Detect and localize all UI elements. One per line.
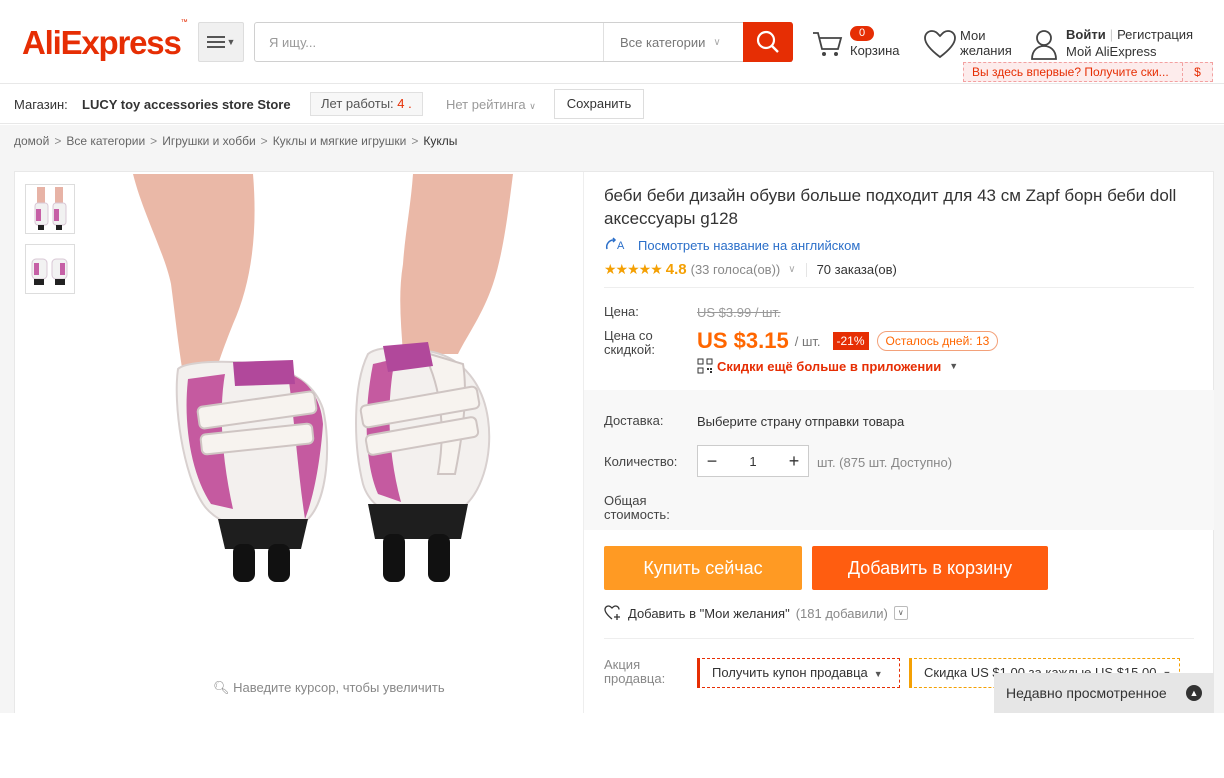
- cart-count-badge: 0: [850, 26, 874, 41]
- quantity-label: Количество:: [604, 454, 678, 469]
- quantity-stepper: − 1 +: [697, 445, 809, 477]
- seller-promo-label: Акция продавца:: [604, 657, 666, 686]
- breadcrumb-dolls-stuffed[interactable]: Куклы и мягкие игрушки: [273, 134, 407, 148]
- buy-now-button[interactable]: Купить сейчас: [604, 546, 802, 590]
- discount-badge: -21%: [832, 332, 869, 350]
- caret-down-icon: ▼: [873, 669, 883, 679]
- discount-price: US $3.15 / шт. -21% Осталось дней: 13: [697, 328, 999, 354]
- votes-link[interactable]: (33 голоса(ов)): [691, 262, 781, 277]
- thumbnail-2[interactable]: [25, 244, 75, 294]
- store-bar: Магазин: LUCY toy accessories store Stor…: [0, 84, 1224, 124]
- svg-text:A: A: [617, 240, 625, 252]
- chevron-down-icon[interactable]: ∨: [788, 264, 795, 275]
- auth-links: Войти | Регистрация: [1066, 27, 1194, 42]
- chevron-down-icon: ▼: [226, 37, 236, 47]
- total-label: Общая стоимость:: [604, 493, 670, 522]
- store-label: Магазин:: [14, 97, 68, 112]
- app-discount-link[interactable]: Скидки ещё больше в приложении ▼: [697, 358, 958, 374]
- aliexpress-logo[interactable]: AliExpress™: [22, 19, 188, 62]
- orders-count: 70 заказа(ов): [816, 262, 897, 277]
- breadcrumb-dolls[interactable]: Куклы: [423, 134, 457, 148]
- seller-coupon-button[interactable]: Получить купон продавца ▼: [697, 658, 900, 688]
- store-rating-dropdown[interactable]: Нет рейтинга ∨: [446, 97, 536, 112]
- wishlist-link[interactable]: Мои желания: [924, 26, 1024, 66]
- store-name-link[interactable]: LUCY toy accessories store Store: [82, 97, 291, 112]
- chevron-up-icon: ▲: [1186, 685, 1202, 701]
- rating-value: 4.8: [665, 261, 687, 278]
- zoom-hint: 🔍︎ Наведите курсор, чтобы увеличить: [213, 680, 445, 695]
- heart-plus-icon: [604, 605, 620, 620]
- categories-menu-button[interactable]: ▼: [198, 22, 244, 62]
- product-card: 🔍︎ Наведите курсор, чтобы увеличить беби…: [14, 171, 1214, 732]
- wishlist-label: Мои желания: [960, 28, 1012, 58]
- translate-link[interactable]: A Посмотреть название на английском: [604, 237, 860, 253]
- days-left-badge: Осталось дней: 13: [876, 331, 999, 351]
- search-button[interactable]: [743, 22, 793, 62]
- chevron-down-icon: ∨: [529, 101, 536, 111]
- first-visit-banner[interactable]: Вы здесь впервые? Получите ски... $: [963, 62, 1213, 82]
- product-main-image[interactable]: [83, 174, 583, 674]
- search-icon: [756, 30, 779, 53]
- cart-link[interactable]: 0 Корзина: [812, 26, 908, 66]
- thumbnail-1[interactable]: [25, 184, 75, 234]
- store-years-badge: Лет работы: 4 .: [310, 92, 423, 116]
- add-to-cart-button[interactable]: Добавить в корзину: [812, 546, 1048, 590]
- login-link[interactable]: Войти: [1066, 27, 1106, 42]
- quantity-decrease-button[interactable]: −: [698, 446, 726, 476]
- search-bar: Все категории∨: [254, 22, 793, 62]
- discount-price-label: Цена со скидкой:: [604, 328, 655, 357]
- product-title: беби беби дизайн обуви больше подходит д…: [604, 186, 1177, 228]
- shipping-country-link[interactable]: Выберите страну отправки товара: [697, 414, 904, 429]
- add-to-wishlist[interactable]: Добавить в "Мои желания" (181 добавили) …: [604, 605, 908, 621]
- caret-down-icon: ▼: [949, 361, 959, 371]
- qr-code-icon: [697, 358, 713, 374]
- user-icon: [1031, 30, 1057, 60]
- quantity-increase-button[interactable]: +: [780, 446, 808, 476]
- chevron-down-icon: ∨: [713, 36, 721, 48]
- translate-icon: A: [605, 237, 625, 252]
- rating-row: ★★★★★ 4.8 (33 голоса(ов)) ∨ 70 заказа(ов…: [604, 261, 897, 278]
- search-input[interactable]: [255, 23, 603, 61]
- cart-label: Корзина: [850, 43, 900, 58]
- save-store-button[interactable]: Сохранить: [554, 89, 644, 119]
- cart-icon: [813, 32, 843, 56]
- register-link[interactable]: Регистрация: [1117, 27, 1193, 42]
- account-area: Войти | Регистрация Мой AliExpress: [1030, 26, 1220, 66]
- site-header: AliExpress™ ▼ Все категории∨ 0 Корзина М…: [0, 0, 1224, 84]
- page-footer-space: [0, 713, 1224, 778]
- recently-viewed-tab[interactable]: Недавно просмотренное ▲: [994, 673, 1214, 713]
- price-label: Цена:: [604, 304, 639, 319]
- breadcrumb-all-categories[interactable]: Все категории: [66, 134, 145, 148]
- category-select[interactable]: Все категории ∨: [603, 23, 743, 61]
- quantity-available: шт. (875 шт. Доступно): [817, 455, 953, 470]
- magnifier-icon: 🔍︎: [213, 680, 230, 695]
- breadcrumb-toys-hobbies[interactable]: Игрушки и хобби: [162, 134, 255, 148]
- hamburger-icon: [206, 36, 225, 48]
- new-price: US $3.15: [697, 328, 789, 353]
- old-price: US $3.99 / шт.: [697, 305, 781, 320]
- shipping-label: Доставка:: [604, 413, 664, 428]
- chevron-down-icon[interactable]: ∨: [893, 606, 908, 620]
- heart-icon: [924, 30, 956, 59]
- breadcrumb-home[interactable]: домой: [14, 134, 49, 148]
- currency-badge: $: [1182, 63, 1212, 81]
- quantity-input[interactable]: 1: [726, 454, 780, 469]
- my-aliexpress-link[interactable]: Мой AliExpress: [1066, 44, 1157, 59]
- rating-stars: ★★★★★: [604, 261, 663, 277]
- breadcrumb: домой > Все категории > Игрушки и хобби > Кукл…: [0, 125, 1224, 157]
